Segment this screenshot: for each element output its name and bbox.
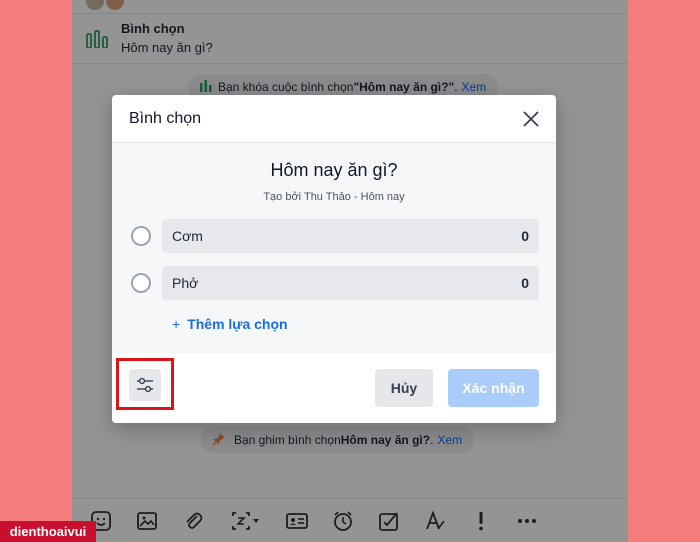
confirm-button[interactable]: Xác nhận [448,369,539,407]
poll-settings-button[interactable] [129,369,161,401]
poll-option: Cơm 0 [112,219,556,253]
dialog-body: Hôm nay ăn gì? Tạo bởi Thu Thảo - Hôm na… [112,143,556,353]
close-icon [523,111,539,127]
option-radio[interactable] [131,226,151,246]
poll-creator: Tạo bởi Thu Thảo - Hôm nay [263,191,405,203]
poll-dialog: Bình chọn Hôm nay ăn gì? Tạo bởi Thu Thả… [112,95,556,423]
add-option-button[interactable]: + Thêm lựa chọn [172,316,288,332]
watermark-logo: dienthoaivui [0,521,96,542]
dialog-title: Bình chọn [129,110,202,127]
option-label: Phở [172,275,199,291]
dialog-footer: Hủy Xác nhận [112,353,556,423]
option-vote-count: 0 [521,275,529,291]
option-radio[interactable] [131,273,151,293]
option-bar[interactable]: Cơm 0 [162,219,539,253]
dialog-header: Bình chọn [112,95,556,143]
poll-option: Phở 0 [112,266,556,300]
close-button[interactable] [520,108,542,130]
add-option-label: Thêm lựa chọn [187,316,288,332]
option-bar[interactable]: Phở 0 [162,266,539,300]
option-label: Cơm [172,228,203,244]
poll-question: Hôm nay ăn gì? [270,160,398,180]
cancel-button[interactable]: Hủy [375,369,433,407]
plus-icon: + [172,316,181,332]
option-vote-count: 0 [521,228,529,244]
settings-sliders-icon [137,377,153,393]
